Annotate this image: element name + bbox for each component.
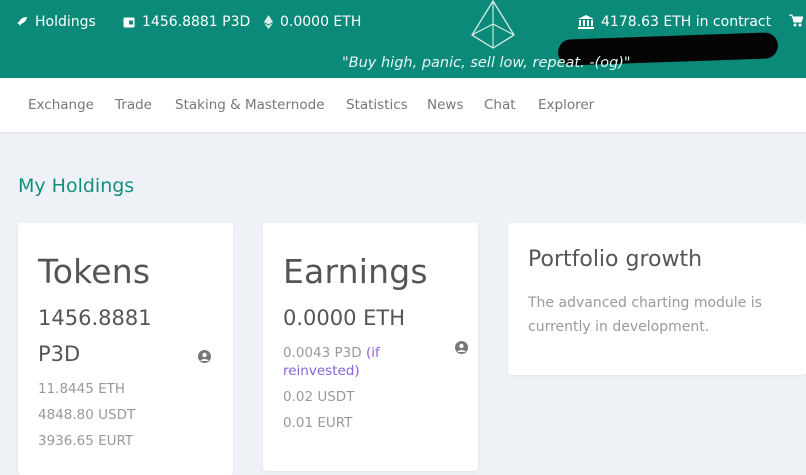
contract-value: 4178.63 ETH in contract [601, 14, 772, 30]
main-nav: Exchange Trade Staking & Masternode Stat… [0, 78, 806, 132]
bank-icon [578, 15, 594, 29]
wallet-balance: 1456.8881 P3D [123, 14, 250, 30]
nav-chat[interactable]: Chat [484, 97, 516, 113]
nav-exchange[interactable]: Exchange [28, 97, 94, 113]
earnings-eurt: 0.01 EURT [283, 415, 353, 431]
wallet-icon [123, 17, 135, 28]
tokens-usdt: 4848.80 USDT [38, 407, 136, 423]
tokens-card: Tokens 1456.8881 P3D 11.8445 ETH 4848.80… [18, 223, 233, 475]
eth-value: 0.0000 ETH [280, 14, 362, 30]
earnings-amount: 0.0000 ETH [283, 306, 406, 330]
tokens-heading: Tokens [38, 252, 151, 291]
earnings-card: Earnings 0.0000 ETH 0.0043 P3D (if reinv… [263, 223, 478, 471]
portfolio-text: The advanced charting module is currentl… [528, 295, 762, 335]
page-title: My Holdings [18, 175, 135, 197]
tagline: "Buy high, panic, sell low, repeat. -(og… [342, 55, 631, 71]
cart-button[interactable] [789, 14, 803, 27]
rocket-icon [16, 16, 28, 28]
earnings-heading: Earnings [283, 252, 428, 291]
cart-icon [789, 14, 803, 27]
nav-statistics[interactable]: Statistics [346, 97, 408, 113]
wallet-value: 1456.8881 P3D [142, 14, 251, 30]
nav-news[interactable]: News [427, 97, 463, 113]
earnings-p3d: 0.0043 P3D [283, 345, 362, 361]
reinvest-note: (if [365, 345, 380, 361]
portfolio-heading: Portfolio growth [528, 247, 703, 272]
earnings-p3d-line: 0.0043 P3D (if [283, 345, 380, 361]
user-icon[interactable] [455, 339, 468, 354]
portfolio-card: Portfolio growth The advanced charting m… [508, 223, 806, 375]
top-header: Holdings 1456.8881 P3D 0.0000 ETH 4178.6… [0, 0, 806, 78]
tokens-unit: P3D [38, 342, 81, 366]
logo-icon[interactable] [470, 0, 516, 50]
contract-balance: 4178.63 ETH in contract [578, 14, 771, 30]
eth-balance: 0.0000 ETH [264, 14, 361, 30]
reinvest-note-cont: reinvested) [283, 363, 360, 379]
earnings-usdt: 0.02 USDT [283, 389, 355, 405]
ethereum-icon [264, 15, 273, 29]
tokens-amount: 1456.8881 [38, 306, 152, 330]
tokens-eth: 11.8445 ETH [38, 381, 126, 397]
nav-explorer[interactable]: Explorer [538, 97, 594, 113]
holdings-link[interactable]: Holdings [16, 14, 96, 30]
nav-trade[interactable]: Trade [115, 97, 152, 113]
tokens-eurt: 3936.65 EURT [38, 433, 134, 449]
user-icon[interactable] [198, 348, 211, 363]
nav-staking-masternode[interactable]: Staking & Masternode [175, 97, 325, 113]
holdings-label: Holdings [35, 14, 96, 30]
